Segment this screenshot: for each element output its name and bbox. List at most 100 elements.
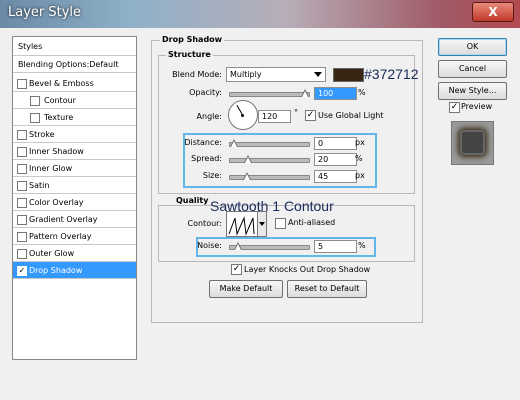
- style-item-contour[interactable]: Contour: [13, 92, 136, 109]
- style-item-texture[interactable]: Texture: [13, 109, 136, 126]
- styles-header[interactable]: Styles: [13, 37, 136, 56]
- style-item-checkbox[interactable]: [17, 232, 27, 242]
- preview-checkbox[interactable]: ✓: [449, 102, 460, 113]
- make-default-button[interactable]: Make Default: [209, 280, 283, 298]
- degree-unit: °: [294, 108, 298, 117]
- drop-shadow-title: Drop Shadow: [160, 35, 225, 44]
- spread-slider[interactable]: [229, 155, 310, 163]
- style-item-outer-glow[interactable]: Outer Glow: [13, 245, 136, 262]
- contour-picker-dropdown[interactable]: [257, 211, 267, 237]
- style-item-inner-glow[interactable]: Inner Glow: [13, 160, 136, 177]
- style-preview-thumbnail: [451, 121, 494, 165]
- style-item-label: Outer Glow: [29, 249, 75, 258]
- style-item-label: Stroke: [29, 130, 55, 139]
- layer-knocks-out-checkbox[interactable]: ✓: [231, 264, 242, 275]
- dialog-client: Styles Blending Options:Default Bevel & …: [8, 28, 512, 392]
- ok-button[interactable]: OK: [438, 38, 507, 56]
- chevron-down-icon: [314, 72, 322, 77]
- style-item-label: Inner Glow: [29, 164, 73, 173]
- spread-input[interactable]: 20: [314, 153, 357, 166]
- reset-to-default-button[interactable]: Reset to Default: [287, 280, 367, 298]
- style-item-checkbox[interactable]: ✓: [17, 266, 27, 276]
- style-item-inner-shadow[interactable]: Inner Shadow: [13, 143, 136, 160]
- blend-mode-label: Blend Mode:: [172, 70, 222, 79]
- opacity-input[interactable]: 100: [314, 87, 357, 100]
- cancel-button[interactable]: Cancel: [438, 60, 507, 78]
- layer-knocks-out-label: Layer Knocks Out Drop Shadow: [244, 265, 371, 274]
- opacity-slider-thumb[interactable]: [301, 89, 309, 97]
- title-bar[interactable]: Layer Style X: [0, 0, 520, 28]
- style-item-satin[interactable]: Satin: [13, 177, 136, 194]
- style-item-label: Pattern Overlay: [29, 232, 92, 241]
- style-item-label: Inner Shadow: [29, 147, 84, 156]
- size-slider-thumb[interactable]: [242, 172, 251, 180]
- structure-title: Structure: [166, 50, 213, 59]
- preview-label: Preview: [461, 102, 493, 111]
- opacity-slider[interactable]: [229, 89, 310, 97]
- window-title: Layer Style: [8, 5, 82, 20]
- style-item-checkbox[interactable]: [17, 215, 27, 225]
- anti-aliased-checkbox[interactable]: [275, 218, 286, 229]
- style-item-gradient-overlay[interactable]: Gradient Overlay: [13, 211, 136, 228]
- style-item-checkbox[interactable]: [17, 198, 27, 208]
- style-item-label: Contour: [44, 96, 76, 105]
- color-hex-annotation: #372712: [364, 66, 419, 82]
- size-unit: px: [355, 171, 365, 180]
- quality-title: Quality: [174, 196, 211, 205]
- angle-dial-center: [241, 114, 244, 117]
- style-item-color-overlay[interactable]: Color Overlay: [13, 194, 136, 211]
- style-item-stroke[interactable]: Stroke: [13, 126, 136, 143]
- use-global-light-checkbox[interactable]: ✓: [305, 110, 316, 121]
- style-item-checkbox[interactable]: [17, 164, 27, 174]
- style-item-label: Bevel & Emboss: [29, 79, 94, 88]
- noise-label: Noise:: [197, 241, 222, 250]
- style-item-label: Gradient Overlay: [29, 215, 98, 224]
- anti-aliased-label: Anti-aliased: [288, 218, 336, 227]
- styles-header-label: Styles: [18, 42, 43, 51]
- preview-shape: [460, 130, 485, 155]
- style-item-checkbox[interactable]: [17, 130, 27, 140]
- chevron-down-icon: [259, 222, 265, 226]
- style-item-checkbox[interactable]: [17, 147, 27, 157]
- contour-label: Contour:: [187, 219, 223, 228]
- style-item-bevel-emboss[interactable]: Bevel & Emboss: [13, 75, 136, 92]
- sawtooth-contour-icon: [228, 216, 255, 236]
- style-item-checkbox[interactable]: [30, 113, 40, 123]
- blend-mode-select[interactable]: Multiply: [226, 67, 326, 82]
- style-item-checkbox[interactable]: [17, 249, 27, 259]
- blend-mode-value: Multiply: [230, 70, 262, 79]
- noise-slider-thumb[interactable]: [233, 242, 242, 250]
- size-input[interactable]: 45: [314, 170, 357, 183]
- noise-slider[interactable]: [229, 242, 310, 250]
- shadow-color-swatch[interactable]: [333, 68, 364, 82]
- angle-input[interactable]: 120: [258, 110, 291, 123]
- opacity-label: Opacity:: [189, 88, 222, 97]
- blending-options-label: Blending Options:Default: [18, 60, 119, 69]
- style-item-label: Texture: [44, 113, 74, 122]
- blending-options-item[interactable]: Blending Options:Default: [13, 56, 136, 73]
- opacity-unit: %: [358, 88, 366, 97]
- spread-slider-thumb[interactable]: [244, 155, 253, 163]
- spread-unit: %: [355, 154, 363, 163]
- size-slider[interactable]: [229, 172, 310, 180]
- distance-input[interactable]: 0: [314, 137, 357, 150]
- angle-dial[interactable]: [228, 100, 258, 130]
- style-item-drop-shadow[interactable]: ✓ Drop Shadow: [13, 262, 136, 279]
- style-item-pattern-overlay[interactable]: Pattern Overlay: [13, 228, 136, 245]
- distance-slider[interactable]: [229, 139, 310, 147]
- new-style-button[interactable]: New Style...: [438, 82, 507, 100]
- style-item-checkbox[interactable]: [17, 79, 27, 89]
- contour-preview[interactable]: [226, 211, 258, 237]
- close-button[interactable]: X: [472, 2, 514, 22]
- layer-style-window: Layer Style X Styles Blending Options:De…: [0, 0, 520, 400]
- use-global-light-label: Use Global Light: [318, 111, 384, 120]
- styles-list: Styles Blending Options:Default Bevel & …: [12, 36, 137, 360]
- noise-input[interactable]: 5: [314, 240, 357, 253]
- distance-slider-thumb[interactable]: [230, 139, 238, 147]
- noise-unit: %: [358, 241, 366, 250]
- distance-label: Distance:: [184, 138, 222, 147]
- distance-unit: px: [355, 138, 365, 147]
- style-item-checkbox[interactable]: [17, 181, 27, 191]
- style-item-checkbox[interactable]: [30, 96, 40, 106]
- style-item-label: Satin: [29, 181, 50, 190]
